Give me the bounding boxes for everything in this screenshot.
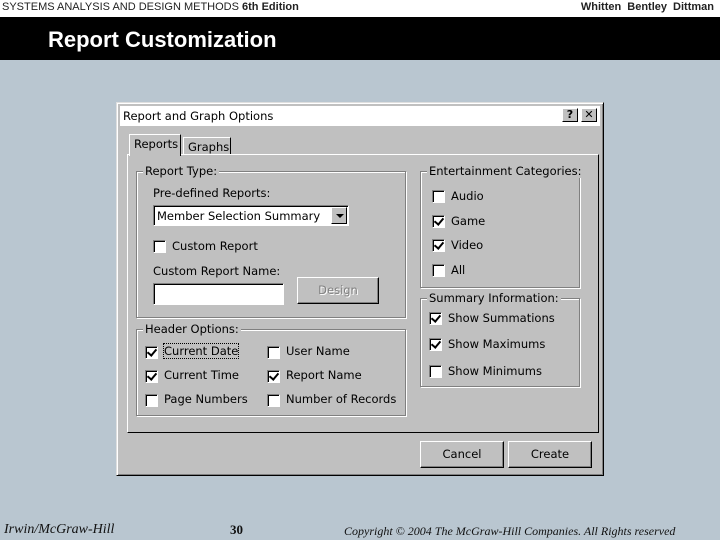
tab-reports-label: Reports xyxy=(134,137,179,151)
show-minimums-label: Show Minimums xyxy=(448,364,542,378)
custom-report-label: Custom Report xyxy=(172,239,258,253)
summary-information-legend: Summary Information: xyxy=(427,291,561,305)
report-name-checkbox[interactable] xyxy=(267,370,280,383)
help-button[interactable]: ? xyxy=(562,108,578,122)
tab-graphs[interactable]: Graphs xyxy=(183,137,231,155)
cancel-button-label: Cancel xyxy=(442,447,482,461)
audio-label: Audio xyxy=(451,189,484,203)
dialog-titlebar[interactable]: Report and Graph Options ? ✕ xyxy=(120,106,600,126)
all-label: All xyxy=(451,263,466,277)
entertainment-categories-legend: Entertainment Categories: xyxy=(427,164,584,178)
predefined-reports-label: Pre-defined Reports: xyxy=(153,186,271,200)
game-checkbox[interactable] xyxy=(432,215,445,228)
slide-header-bar: SYSTEMS ANALYSIS AND DESIGN METHODS 6th … xyxy=(0,0,720,17)
slide-title-bar: Report Customization xyxy=(0,17,720,60)
design-button[interactable]: Design xyxy=(297,277,379,304)
video-label: Video xyxy=(451,238,484,252)
summary-information-group: Summary Information: Show Summations Sho… xyxy=(420,291,580,387)
audio-checkbox[interactable] xyxy=(432,190,445,203)
number-of-records-label: Number of Records xyxy=(286,392,397,406)
slide-title: Report Customization xyxy=(48,27,277,52)
report-graph-options-dialog: Report and Graph Options ? ✕ Reports Gra… xyxy=(116,102,604,476)
create-button-label: Create xyxy=(530,447,570,461)
header-options-legend: Header Options: xyxy=(143,322,241,336)
design-button-label: Design xyxy=(318,283,358,297)
book-edition: 6th Edition xyxy=(242,1,299,13)
custom-report-name-input[interactable] xyxy=(153,283,284,305)
header-options-group: Header Options: Current Date User Name C… xyxy=(136,322,406,416)
publisher: Irwin/McGraw-Hill xyxy=(4,522,115,537)
show-summations-checkbox[interactable] xyxy=(429,312,442,325)
reports-tab-panel: Report Type: Pre-defined Reports: Member… xyxy=(127,154,599,433)
all-checkbox[interactable] xyxy=(432,264,445,277)
tab-graphs-label: Graphs xyxy=(188,140,230,154)
page-numbers-label: Page Numbers xyxy=(164,392,248,406)
predefined-reports-value: Member Selection Summary xyxy=(157,209,321,223)
video-checkbox[interactable] xyxy=(432,239,445,252)
book-title: SYSTEMS ANALYSIS AND DESIGN METHODS 6th … xyxy=(2,1,299,13)
current-time-checkbox[interactable] xyxy=(145,370,158,383)
authors: Whitten Bentley Dittman xyxy=(580,1,714,13)
page-numbers-checkbox[interactable] xyxy=(145,394,158,407)
custom-report-name-label: Custom Report Name: xyxy=(153,264,281,278)
cancel-button[interactable]: Cancel xyxy=(420,441,504,468)
book-title-text: SYSTEMS ANALYSIS AND DESIGN METHODS xyxy=(2,1,239,13)
game-label: Game xyxy=(451,214,486,228)
user-name-label: User Name xyxy=(286,344,350,358)
copyright: Copyright © 2004 The McGraw-Hill Compani… xyxy=(344,524,676,538)
close-icon: ✕ xyxy=(584,108,594,121)
chevron-down-icon[interactable] xyxy=(331,207,347,224)
report-name-label: Report Name xyxy=(286,368,362,382)
dialog-title: Report and Graph Options xyxy=(123,109,274,123)
current-date-checkbox[interactable] xyxy=(145,346,158,359)
tab-reports[interactable]: Reports xyxy=(129,134,181,156)
entertainment-categories-group: Entertainment Categories: Audio Game Vid… xyxy=(420,164,584,288)
create-button[interactable]: Create xyxy=(508,441,592,468)
number-of-records-checkbox[interactable] xyxy=(267,394,280,407)
page-number: 30 xyxy=(230,522,243,537)
show-maximums-checkbox[interactable] xyxy=(429,338,442,351)
help-icon: ? xyxy=(566,108,574,121)
show-summations-label: Show Summations xyxy=(448,311,555,325)
user-name-checkbox[interactable] xyxy=(267,346,280,359)
predefined-reports-dropdown[interactable]: Member Selection Summary xyxy=(153,205,349,226)
custom-report-checkbox[interactable] xyxy=(153,240,166,253)
show-maximums-label: Show Maximums xyxy=(448,337,546,351)
current-date-label: Current Date xyxy=(162,343,240,359)
close-button[interactable]: ✕ xyxy=(581,108,597,122)
report-type-group: Report Type: Pre-defined Reports: Member… xyxy=(136,164,406,318)
show-minimums-checkbox[interactable] xyxy=(429,365,442,378)
current-time-label: Current Time xyxy=(164,368,239,382)
report-type-legend: Report Type: xyxy=(143,164,220,178)
